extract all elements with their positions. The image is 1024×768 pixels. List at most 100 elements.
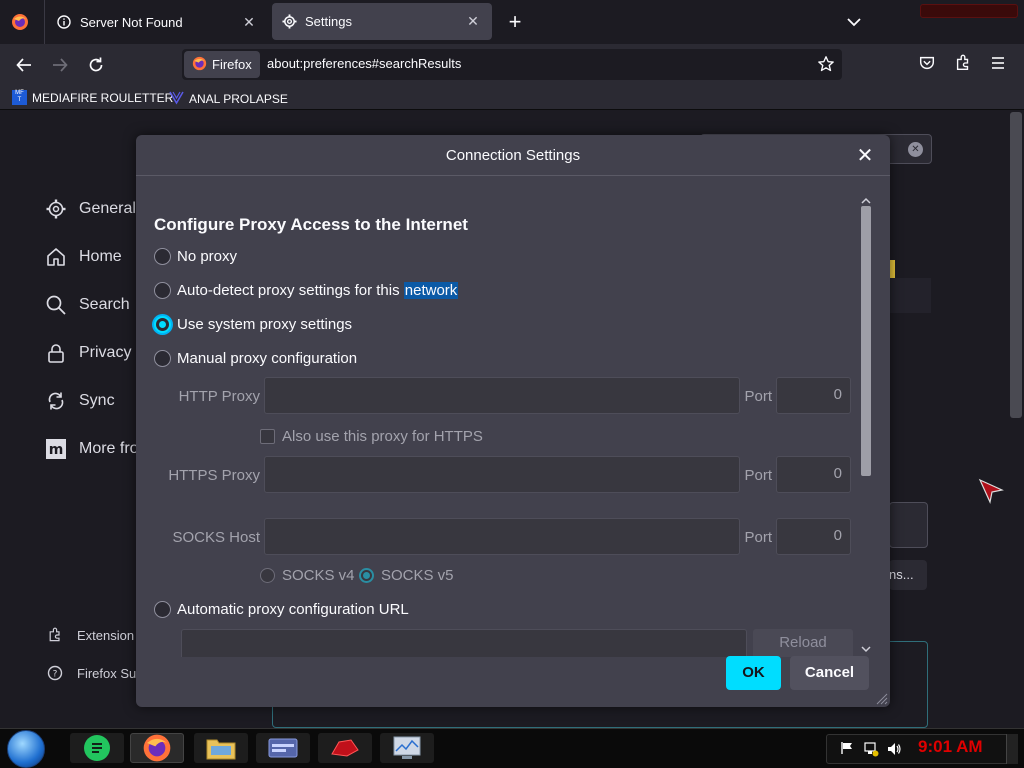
sidebar-item-search[interactable]: Search (45, 294, 130, 316)
socks-port-input[interactable]: 0 (776, 518, 851, 555)
http-proxy-label: HTTP Proxy (178, 388, 260, 405)
radio-button-selected[interactable] (359, 568, 374, 583)
radio-use-system[interactable]: Use system proxy settings (154, 316, 352, 333)
http-port-input[interactable]: 0 (776, 377, 851, 414)
clear-search-icon[interactable]: ✕ (908, 142, 923, 157)
sidebar-item-sync[interactable]: Sync (45, 390, 115, 412)
radio-label: SOCKS v5 (381, 567, 454, 584)
forward-button[interactable] (48, 53, 72, 77)
sidebar-footer-extensions[interactable]: Extension (47, 627, 134, 643)
menu-icon[interactable] (990, 55, 1010, 75)
close-icon[interactable]: ✕ (854, 145, 876, 167)
firefox-view-icon[interactable] (11, 13, 29, 31)
auto-config-url-input[interactable] (181, 629, 747, 657)
extensions-icon[interactable] (954, 54, 974, 74)
back-button[interactable] (12, 53, 36, 77)
highlighted-text: network (403, 282, 459, 299)
radio-label: No proxy (177, 248, 238, 265)
close-icon[interactable]: ✕ (240, 13, 258, 31)
identity-label: Firefox (212, 57, 252, 72)
show-desktop-button[interactable] (1006, 734, 1018, 764)
sidebar-item-general[interactable]: General (45, 198, 136, 220)
bookmark-star-icon[interactable] (817, 55, 837, 75)
sidebar-footer-support[interactable]: ? Firefox Su (47, 665, 136, 681)
radio-auto-detect[interactable]: Auto-detect proxy settings for this netw… (154, 282, 459, 299)
tab-label: Settings (305, 14, 352, 29)
taskbar-clock[interactable]: 9:01 AM (918, 737, 983, 757)
sidebar-footer-label: Firefox Su (77, 665, 137, 681)
sync-icon (48, 392, 64, 410)
scroll-down-arrow-icon[interactable] (860, 642, 872, 654)
proxy-heading: Configure Proxy Access to the Internet (154, 215, 468, 234)
radio-no-proxy[interactable]: No proxy (154, 248, 237, 265)
radio-manual[interactable]: Manual proxy configuration (154, 350, 357, 367)
tab-server-not-found[interactable]: Server Not Found ✕ (44, 0, 268, 44)
radio-auto-config-url[interactable]: Automatic proxy configuration URL (154, 601, 409, 618)
socks-v4-radio[interactable]: SOCKS v4 (260, 567, 355, 584)
mozilla-icon: m (46, 439, 66, 459)
svg-text:m: m (49, 442, 64, 458)
bookmark-anal-prolapse[interactable]: ANAL PROLAPSE (169, 90, 288, 108)
volume-icon[interactable] (886, 741, 902, 757)
cancel-button[interactable]: Cancel (790, 656, 869, 690)
new-tab-button[interactable]: + (504, 10, 526, 34)
also-https-checkbox-row[interactable]: Also use this proxy for HTTPS (260, 428, 483, 445)
start-orb-icon[interactable] (7, 730, 45, 768)
sidebar-item-privacy[interactable]: Privacy & (45, 342, 147, 364)
tab-settings[interactable]: Settings ✕ (272, 3, 492, 40)
taskbar-file-explorer-icon[interactable] (194, 733, 248, 763)
radio-button[interactable] (154, 350, 171, 367)
background-panel (889, 278, 931, 313)
sidebar-footer-label: Extension (77, 627, 135, 643)
bookmark-label: ANAL PROLAPSE (189, 92, 288, 106)
radio-label-text: Auto-detect proxy settings for this (177, 282, 404, 299)
taskbar-app-notes-icon[interactable] (70, 733, 124, 763)
sidebar-item-home[interactable]: Home (45, 246, 122, 268)
background-button-text[interactable]: ns... (889, 560, 927, 590)
radio-button[interactable] (154, 248, 171, 265)
radio-button-selected[interactable] (154, 316, 171, 333)
url-text[interactable]: about:preferences#searchResults (267, 56, 461, 71)
identity-box[interactable]: Firefox (184, 51, 260, 78)
mouse-cursor-icon (978, 478, 1004, 504)
scrollbar-thumb[interactable] (861, 206, 871, 476)
mediafire-icon: MF T (12, 90, 27, 105)
flag-icon[interactable] (840, 741, 854, 755)
taskbar-monitor-app-icon[interactable] (380, 733, 434, 763)
background-button[interactable] (889, 502, 928, 548)
taskbar-app-window-icon[interactable] (256, 733, 310, 763)
checkbox[interactable] (260, 429, 275, 444)
radio-button[interactable] (260, 568, 275, 583)
window-controls[interactable] (920, 4, 1018, 18)
sidebar-item-more-from-mozilla[interactable]: m More fro (45, 438, 139, 460)
https-port-input[interactable]: 0 (776, 456, 851, 493)
ok-button[interactable]: OK (726, 656, 781, 690)
socks-v5-radio[interactable]: SOCKS v5 (359, 567, 454, 584)
scrollbar-track[interactable] (1010, 112, 1022, 418)
close-icon[interactable]: ✕ (464, 12, 482, 30)
socks-host-input[interactable] (264, 518, 740, 555)
radio-button[interactable] (154, 282, 171, 299)
bookmarks-toolbar: MF T MEDIAFIRE ROULETTER ANAL PROLAPSE (0, 86, 1024, 110)
bookmark-mediafire[interactable]: MF T MEDIAFIRE ROULETTER (12, 90, 173, 105)
sidebar-item-label: Sync (79, 392, 115, 409)
http-proxy-input[interactable] (264, 377, 740, 414)
list-all-tabs-button[interactable] (844, 12, 864, 32)
bookmark-label: MEDIAFIRE ROULETTER (32, 90, 174, 105)
reload-button[interactable] (84, 53, 108, 77)
bookmark-logo-icon (169, 90, 184, 108)
puzzle-icon (49, 627, 60, 642)
resize-grip-icon[interactable] (874, 691, 888, 705)
sidebar-item-label: General (79, 200, 136, 217)
https-proxy-input[interactable] (264, 456, 740, 493)
taskbar-firefox-icon[interactable] (130, 733, 184, 763)
taskbar-app-red-icon[interactable] (318, 733, 372, 763)
search-icon (46, 295, 66, 315)
radio-label: Manual proxy configuration (177, 350, 358, 367)
reload-button[interactable]: Reload (753, 629, 853, 657)
network-icon[interactable] (863, 741, 879, 757)
button-label: ns... (889, 567, 914, 582)
pocket-icon[interactable] (918, 54, 938, 74)
scroll-up-arrow-icon[interactable] (860, 194, 872, 206)
radio-button[interactable] (154, 601, 171, 618)
